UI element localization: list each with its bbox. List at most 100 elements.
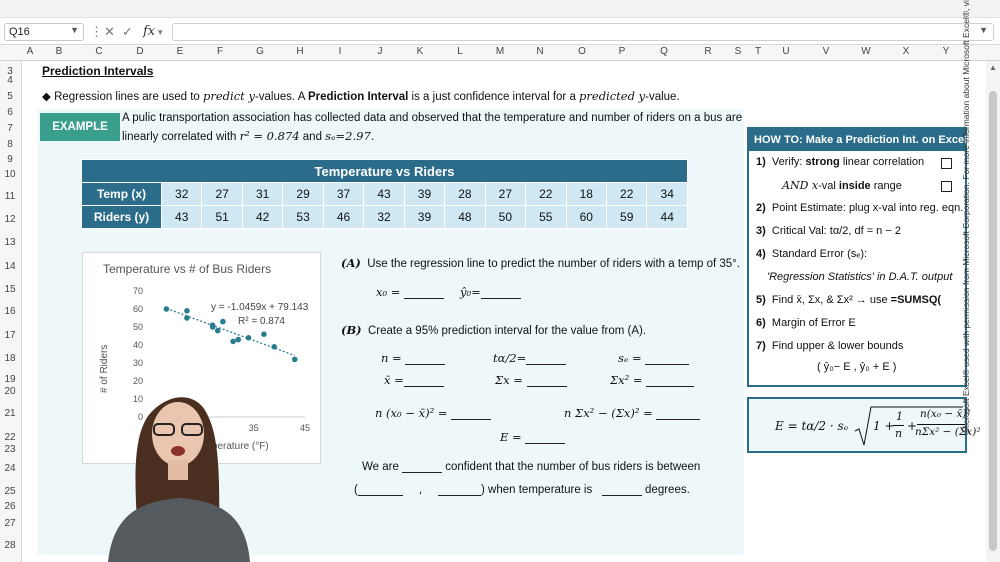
row-header[interactable]: 19 (0, 374, 20, 385)
column-header[interactable]: C (95, 46, 102, 57)
upper-bound-blank[interactable] (438, 484, 482, 496)
row-header[interactable]: 13 (0, 237, 20, 248)
temp-blank[interactable] (601, 484, 642, 496)
checkbox-strong-correlation[interactable] (941, 158, 952, 169)
riders-cell: 59 (605, 205, 648, 229)
row-header[interactable]: 9 (0, 154, 20, 165)
column-header[interactable]: I (339, 46, 342, 57)
temp-cell: 27 (484, 182, 527, 206)
row-header[interactable]: 23 (0, 444, 20, 455)
se-field[interactable]: sₑ = (618, 351, 690, 365)
riders-cell: 48 (444, 205, 486, 229)
row-header[interactable]: 11 (0, 191, 20, 202)
row-header[interactable]: 8 (0, 139, 20, 150)
nx0-field[interactable]: n (x₀ − x̄)² = (375, 406, 492, 420)
row-header[interactable]: 17 (0, 330, 20, 341)
scatter-point (220, 318, 226, 325)
row-header[interactable]: 10 (0, 169, 20, 180)
column-header[interactable]: K (417, 46, 424, 57)
n-field[interactable]: n = (381, 351, 446, 365)
row-header[interactable]: 25 (0, 486, 20, 497)
nsum-field[interactable]: n Σx² − (Σx)² = (564, 406, 701, 420)
column-header[interactable]: W (861, 46, 870, 57)
column-headers: A B C D E F G H I J K L M N O P Q R S T U V W X Y (0, 45, 1000, 61)
temp-cell: 34 (646, 182, 688, 206)
insert-function-icon[interactable]: fx (143, 24, 155, 39)
row-header[interactable]: 20 (0, 386, 20, 397)
riders-cell: 39 (403, 205, 446, 229)
bullet-icon: ◆ (42, 91, 51, 103)
column-header[interactable]: G (256, 46, 264, 57)
row-header[interactable]: 28 (0, 540, 20, 551)
t-field[interactable]: tα/2= (493, 351, 567, 365)
name-box[interactable]: Q16 ▼ (4, 23, 84, 41)
column-header[interactable]: Q (660, 46, 668, 57)
scatter-point (184, 308, 190, 314)
column-header[interactable]: R (704, 46, 711, 57)
howto-step-3: 3) Critical Val: tα/2, df = n − 2 (756, 225, 901, 237)
sumx-field[interactable]: Σx = (495, 373, 567, 387)
scroll-thumb[interactable] (989, 91, 997, 551)
row-header[interactable]: 6 (0, 107, 20, 118)
expand-formula-icon[interactable]: ▼ (979, 25, 988, 35)
column-header[interactable]: X (903, 46, 910, 57)
column-header[interactable]: V (823, 46, 830, 57)
column-header[interactable]: U (782, 46, 789, 57)
column-header[interactable]: M (496, 46, 504, 57)
row-header[interactable]: 26 (0, 501, 20, 512)
scatter-point (163, 306, 170, 312)
column-header[interactable]: P (619, 46, 626, 57)
row-header[interactable]: 24 (0, 463, 20, 474)
column-header[interactable]: F (217, 46, 223, 57)
row-header[interactable]: 21 (0, 408, 20, 419)
cancel-icon[interactable]: ✕ (104, 24, 115, 40)
more-options-icon[interactable]: ⋮ (90, 24, 103, 40)
chevron-down-icon[interactable]: ▼ (70, 25, 79, 35)
column-header[interactable]: N (536, 46, 543, 57)
column-header[interactable]: J (378, 46, 383, 57)
table-row-riders: Riders (y) 43 51 42 53 46 32 39 48 50 55 60 59 44 (81, 205, 688, 229)
row-header[interactable]: 15 (0, 284, 20, 295)
temp-cell: 31 (241, 182, 284, 206)
temp-cell: 39 (403, 182, 446, 206)
chart-equation: y = -1.0459x + 79.143 (211, 302, 309, 313)
scroll-up-icon[interactable]: ▲ (989, 63, 997, 72)
column-header[interactable]: O (578, 46, 586, 57)
fx-chevron-icon[interactable]: ▾ (158, 27, 163, 38)
lower-bound-blank[interactable] (357, 484, 403, 496)
frac2-bar (917, 424, 965, 425)
formula-input[interactable]: ▼ (172, 23, 994, 41)
column-header[interactable]: T (755, 46, 761, 57)
vertical-scrollbar[interactable]: ▲ (986, 61, 1000, 562)
row-header[interactable]: 27 (0, 518, 20, 529)
enter-check-icon[interactable]: ✓ (122, 24, 133, 40)
sumx2-field[interactable]: Σx² = (610, 373, 695, 387)
y-tick-label: 40 (133, 340, 143, 350)
presenter-neck (168, 460, 188, 480)
row-header[interactable]: 5 (0, 91, 20, 102)
column-header[interactable]: A (27, 46, 34, 57)
row-header[interactable]: 14 (0, 261, 20, 272)
xbar-field[interactable]: x̄ = (384, 373, 444, 387)
row-header[interactable]: 16 (0, 306, 20, 317)
yhat0-field[interactable]: ŷ₀= (460, 285, 521, 299)
riders-cell: 51 (201, 205, 243, 229)
column-header[interactable]: H (296, 46, 303, 57)
row-header[interactable]: 7 (0, 123, 20, 134)
column-header[interactable]: B (56, 46, 63, 57)
row-header[interactable]: 22 (0, 432, 20, 443)
column-header[interactable]: Y (943, 46, 950, 57)
checkbox-inside-range[interactable] (941, 181, 952, 192)
x0-field[interactable]: x₀ = (376, 285, 445, 299)
row-header[interactable]: 12 (0, 214, 20, 225)
scatter-point (230, 338, 236, 345)
confidence-blank[interactable] (402, 461, 443, 473)
column-header[interactable]: D (136, 46, 143, 57)
row-header[interactable]: 18 (0, 353, 20, 364)
y-tick-label: 60 (133, 304, 143, 314)
e-field[interactable]: E = (500, 430, 566, 444)
column-header[interactable]: E (177, 46, 184, 57)
column-header[interactable]: S (735, 46, 742, 57)
row-header[interactable]: 4 (0, 75, 20, 86)
column-header[interactable]: L (457, 46, 463, 57)
